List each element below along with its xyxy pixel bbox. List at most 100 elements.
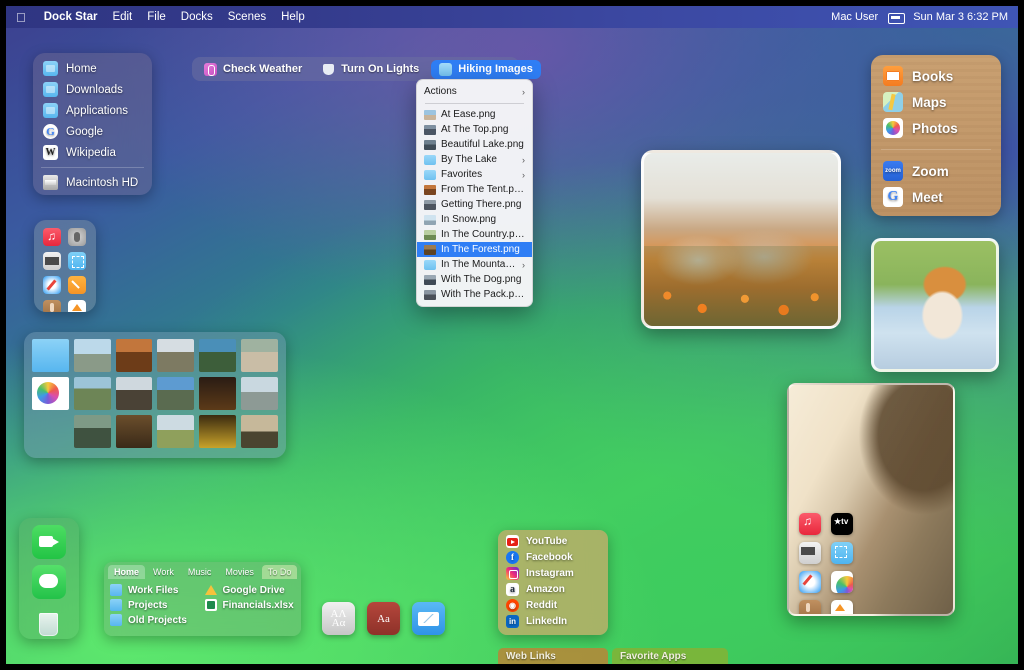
app-item-books[interactable]: Books [871, 63, 1001, 89]
sidebar-item-system-settings[interactable]: ⚙ System Settings [33, 193, 152, 195]
bookmark-financials[interactable]: Financials.xlsx [204, 598, 296, 612]
voice-memos-icon[interactable] [43, 300, 61, 312]
notes-icon[interactable] [68, 276, 86, 294]
sidebar-item-home[interactable]: Home [33, 58, 152, 79]
mail-icon[interactable] [412, 602, 445, 635]
menu-item-edit[interactable]: Edit [112, 11, 132, 23]
bottom-tab-web-links[interactable]: Web Links [498, 648, 608, 664]
beach-cliff-photo-panel[interactable] [787, 383, 955, 616]
scene-button-hiking-images[interactable]: Hiking Images [431, 59, 541, 79]
freeform-icon[interactable] [831, 542, 853, 564]
sidebar-item-downloads[interactable]: Downloads [33, 79, 152, 100]
font-book-icon[interactable]: AΛ Aα [322, 602, 355, 635]
photo-thumb-ridge[interactable] [157, 377, 195, 410]
tab-home[interactable]: Home [108, 565, 146, 579]
menu-item-at-the-top[interactable]: At The Top.png [417, 122, 532, 137]
app-item-meet[interactable]: G Meet [871, 184, 1001, 210]
control-center-icon[interactable] [888, 12, 906, 24]
photo-thumb-flowers-dark[interactable] [199, 377, 237, 410]
menu-item-by-the-lake[interactable]: By The Lake › [417, 152, 532, 167]
news-icon[interactable] [799, 542, 821, 564]
photo-thumb-sunset-field[interactable] [241, 415, 278, 448]
menu-item-scenes[interactable]: Scenes [228, 11, 266, 23]
bookmark-google-drive[interactable]: Google Drive [204, 583, 296, 597]
bookmark-work-files[interactable]: Work Files [110, 583, 201, 597]
menu-item-beautiful-lake[interactable]: Beautiful Lake.png [417, 137, 532, 152]
menu-item-dock-star[interactable]: Dock Star [44, 11, 98, 23]
photos-icon[interactable] [831, 571, 853, 593]
scene-button-check-weather[interactable]: Check Weather [196, 60, 310, 79]
apple-tv-icon[interactable] [831, 513, 853, 535]
family-in-flower-field-photo[interactable] [641, 150, 841, 329]
web-link-linkedin[interactable]: in LinkedIn [498, 613, 608, 629]
photo-thumb-dune[interactable] [115, 377, 153, 410]
podcasts-icon[interactable] [68, 228, 86, 246]
menu-item-in-the-mountains[interactable]: In The Mountains › [417, 257, 532, 272]
folder-icon[interactable] [32, 339, 69, 372]
corgi-dog-photo[interactable] [871, 238, 999, 372]
menu-item-in-snow[interactable]: In Snow.png [417, 212, 532, 227]
menu-bar-user[interactable]: Mac User [831, 11, 878, 23]
photo-thumb-tent[interactable] [115, 339, 153, 372]
app-item-zoom[interactable]: zoom Zoom [871, 158, 1001, 184]
sidebar-item-macintosh-hd[interactable]: Macintosh HD [33, 172, 152, 193]
photo-thumb-yellow-flowers[interactable] [199, 415, 237, 448]
photo-thumb-mountain[interactable] [73, 377, 111, 410]
menu-item-favorites[interactable]: Favorites › [417, 167, 532, 182]
menu-item-from-the-tent[interactable]: From The Tent.png [417, 182, 532, 197]
menu-item-actions[interactable]: Actions › [417, 84, 532, 100]
menu-item-in-the-country[interactable]: In The Country.png [417, 227, 532, 242]
apple-logo-icon[interactable]:  [16, 11, 26, 24]
music-icon[interactable] [43, 228, 61, 246]
dictionary-icon[interactable]: Aa [367, 602, 400, 635]
tab-music[interactable]: Music [182, 565, 218, 579]
photo-thumb-dogsled[interactable] [241, 339, 278, 372]
app-item-maps[interactable]: Maps [871, 89, 1001, 115]
news-icon[interactable] [43, 252, 61, 270]
menu-item-getting-there[interactable]: Getting There.png [417, 197, 532, 212]
music-icon[interactable] [799, 513, 821, 535]
sidebar-item-wikipedia[interactable]: W Wikipedia [33, 142, 152, 163]
menu-item-with-the-pack[interactable]: With The Pack.png [417, 287, 532, 302]
safari-icon[interactable] [43, 276, 61, 294]
menu-item-in-the-forest[interactable]: In The Forest.png [417, 242, 532, 257]
tab-work[interactable]: Work [147, 565, 180, 579]
photo-thumb-canoe[interactable] [73, 415, 111, 448]
menu-item-file[interactable]: File [147, 11, 166, 23]
photo-thumb-camp[interactable] [199, 339, 237, 372]
home-icon[interactable] [68, 300, 86, 312]
sidebar-item-google[interactable]: G Google [33, 121, 152, 142]
photo-thumb-hikers[interactable] [157, 339, 195, 372]
sidebar-item-applications[interactable]: Applications [33, 100, 152, 121]
bookmark-projects[interactable]: Projects [110, 598, 201, 612]
web-link-reddit[interactable]: ◉ Reddit [498, 597, 608, 613]
messages-icon[interactable] [32, 565, 66, 599]
bookmark-old-projects[interactable]: Old Projects [110, 613, 201, 627]
app-item-photos[interactable]: Photos [871, 115, 1001, 141]
safari-icon[interactable] [799, 571, 821, 593]
web-link-youtube[interactable]: YouTube [498, 533, 608, 549]
tab-to-do[interactable]: To Do [261, 565, 298, 579]
photos-app-icon[interactable] [32, 377, 69, 410]
voice-memos-icon[interactable] [799, 600, 821, 614]
menu-item-docks[interactable]: Docks [181, 11, 213, 23]
photo-thumb-beachwalk[interactable] [241, 377, 278, 410]
photo-thumb-forest-path[interactable] [115, 415, 153, 448]
web-link-instagram[interactable]: Instagram [498, 565, 608, 581]
web-link-amazon[interactable]: a Amazon [498, 581, 608, 597]
home-icon[interactable] [831, 600, 853, 614]
menu-item-with-the-dog[interactable]: With The Dog.png [417, 272, 532, 287]
scene-button-turn-on-lights[interactable]: Turn On Lights [314, 60, 427, 79]
web-link-facebook[interactable]: f Facebook [498, 549, 608, 565]
menu-item-at-ease[interactable]: At Ease.png [417, 107, 532, 122]
facetime-icon[interactable] [32, 525, 66, 559]
menu-item-help[interactable]: Help [281, 11, 305, 23]
freeform-icon[interactable] [68, 252, 86, 270]
photo-thumb-field[interactable] [157, 415, 195, 448]
sidebar-item-label: Wikipedia [66, 146, 116, 159]
photo-thumb-kayak[interactable] [73, 339, 111, 372]
menu-bar-clock[interactable]: Sun Mar 3 6:32 PM [913, 11, 1008, 23]
bottom-tab-favorite-apps[interactable]: Favorite Apps [612, 648, 728, 664]
trash-icon[interactable] [32, 605, 66, 639]
tab-movies[interactable]: Movies [219, 565, 260, 579]
